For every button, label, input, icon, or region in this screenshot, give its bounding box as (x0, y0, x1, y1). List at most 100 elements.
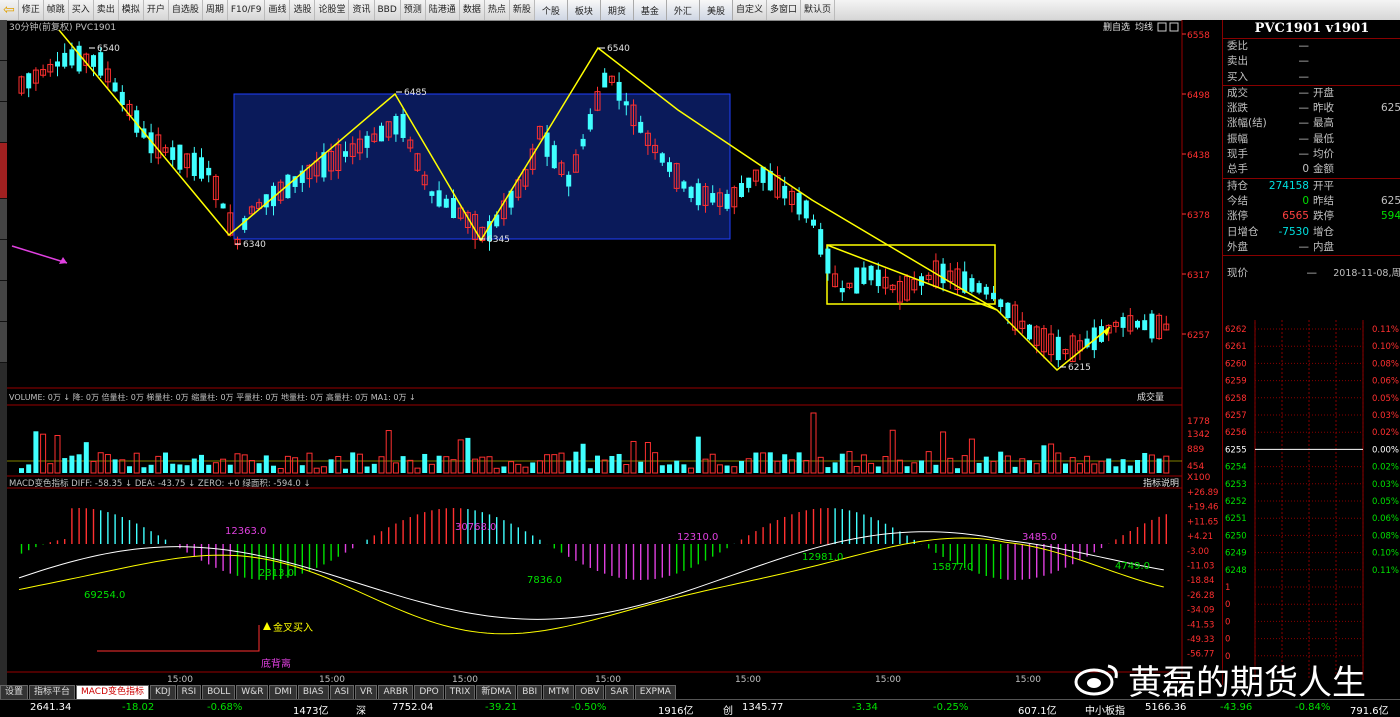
toolbar-item-11[interactable]: 论股堂 (315, 0, 350, 20)
volume-bar-up (1048, 443, 1055, 474)
volume-bar-down (659, 465, 665, 473)
candle-down (659, 153, 665, 163)
toolbar-item-15[interactable]: 陆港通 (426, 0, 460, 20)
stats-row: 振幅 — 最低 (1223, 132, 1400, 147)
back-button[interactable]: ⇦ (0, 0, 19, 20)
macd-tick: -34.09 (1187, 606, 1214, 616)
quote-label: 卖出 (1227, 55, 1248, 68)
mini-right-tick: 0.08% (1372, 359, 1399, 369)
indicator-tab-11[interactable]: ARBR (378, 685, 414, 699)
toolbar-item-10[interactable]: 选股 (290, 0, 316, 20)
toolbar-item-9[interactable]: 画线 (265, 0, 291, 20)
quote-label: 现手 (1227, 148, 1248, 161)
position-row: 涨停 6565 跌停 594 (1223, 209, 1400, 224)
side-tab-7[interactable] (0, 281, 7, 322)
market-tab-3[interactable]: 基金 (633, 0, 667, 20)
indicator-tab-6[interactable]: W&R (236, 685, 269, 699)
indicator-tab-7[interactable]: DMI (269, 685, 297, 699)
indicator-tab-3[interactable]: KDJ (150, 685, 176, 699)
side-tab-5[interactable] (0, 199, 7, 240)
indicator-tab-14[interactable]: 新DMA (476, 685, 517, 699)
status-item: 7752.04 (392, 702, 434, 713)
price-annotation: 6540 (97, 44, 120, 54)
volume-bar-down (753, 452, 759, 473)
range-box-blue (233, 93, 731, 240)
quote-value: -7530 (1278, 225, 1309, 238)
quote-value: 0 (1302, 194, 1309, 207)
volume-bar-up (623, 464, 630, 474)
side-tab-6[interactable] (0, 240, 7, 281)
side-tab-1[interactable] (0, 20, 7, 61)
volume-bar-up (536, 460, 543, 474)
time-label: 15:00 (595, 675, 621, 685)
toolbar-item-1[interactable]: 帧跳 (44, 0, 69, 20)
toolbar-item-12[interactable]: 资讯 (349, 0, 375, 20)
toolbar-item-8[interactable]: F10/F9 (228, 0, 266, 20)
indicator-tab-18[interactable]: SAR (605, 685, 634, 699)
toolbar-item-13[interactable]: BBD (375, 0, 401, 20)
indicator-tab-4[interactable]: RSI (176, 685, 202, 699)
indicator-tab-0[interactable]: 设置 (0, 685, 29, 699)
quote-value: — (1298, 40, 1310, 52)
toolbar-item-4[interactable]: 模拟 (119, 0, 144, 20)
quote-value: 6565 (1282, 210, 1309, 223)
market-tab-4[interactable]: 外汇 (666, 0, 700, 20)
indicator-tab-10[interactable]: VR (355, 685, 378, 699)
volume-bar-down (1063, 463, 1068, 473)
toolbar-item-6[interactable]: 自选股 (169, 0, 203, 20)
indicator-tab-2[interactable]: MACD变色指标 (76, 685, 150, 699)
volume-bar-up (774, 460, 781, 474)
indicator-tab-9[interactable]: ASI (329, 685, 355, 699)
side-tab-8[interactable] (0, 322, 7, 363)
toolbar-item-18[interactable]: 新股 (510, 0, 535, 20)
toolbar-item-0[interactable]: 修正 (19, 0, 44, 20)
volume-bar-down (724, 465, 730, 473)
kline-chart-area[interactable]: 6540 6340 6485 6345 6540 6215 VOLUME: 0万 ↓ 降:… (7, 20, 1222, 685)
toolbar-item-14[interactable]: 预测 (401, 0, 426, 20)
toolbar-right-item-0[interactable]: 自定义 (733, 0, 767, 20)
volume-bar-up (716, 464, 723, 474)
market-tab-0[interactable]: 个股 (534, 0, 568, 20)
side-tab-active[interactable] (0, 143, 7, 199)
volume-bar-up (277, 468, 284, 474)
status-item: 1473亿 (293, 706, 329, 717)
side-tab-3[interactable] (0, 102, 7, 143)
candle-down (638, 121, 644, 133)
toolbar-item-16[interactable]: 数据 (460, 0, 485, 20)
indicator-tab-1[interactable]: 指标平台 (29, 685, 76, 699)
market-tab-2[interactable]: 期货 (600, 0, 634, 20)
indicator-tab-16[interactable]: MTM (543, 685, 575, 699)
orderbook-row: 委比 — (1223, 39, 1400, 54)
toolbar-item-7[interactable]: 周期 (203, 0, 228, 20)
volume-bar-up (544, 454, 551, 474)
indicator-tab-17[interactable]: OBV (575, 685, 605, 699)
candle-down (587, 114, 593, 130)
volume-bar-down (1135, 459, 1140, 473)
indicator-tab-8[interactable]: BIAS (297, 685, 329, 699)
indicator-tab-12[interactable]: DPO (414, 685, 444, 699)
macd-area-label: 12981.0 (802, 552, 843, 563)
toolbar-item-3[interactable]: 卖出 (94, 0, 119, 20)
market-tab-5[interactable]: 美股 (699, 0, 733, 20)
volume-bar-up (961, 455, 968, 474)
candle-down (580, 138, 586, 147)
volume-bar-up (652, 452, 659, 474)
quote-label-2: 最高 (1313, 117, 1334, 130)
time-label: 15:00 (875, 675, 901, 685)
side-tab-2[interactable] (0, 61, 7, 102)
indicator-tab-13[interactable]: TRIX (444, 685, 476, 699)
toolbar-right-item-2[interactable]: 默认页 (801, 0, 835, 20)
indicator-tab-19[interactable]: EXPMA (634, 685, 676, 699)
toolbar-right-item-1[interactable]: 多窗口 (767, 0, 801, 20)
time-label: 15:00 (735, 675, 761, 685)
mini-left-tick: 6251 (1225, 514, 1247, 524)
indicator-tab-5[interactable]: BOLL (202, 685, 236, 699)
market-tab-1[interactable]: 板块 (567, 0, 601, 20)
toolbar-item-2[interactable]: 买入 (69, 0, 94, 20)
toolbar-item-17[interactable]: 热点 (485, 0, 510, 20)
volume-bar-up (896, 459, 903, 474)
volume-bar-up (1163, 455, 1170, 474)
volume-bar-down (26, 464, 32, 473)
indicator-tab-15[interactable]: BBI (517, 685, 543, 699)
toolbar-item-5[interactable]: 开户 (144, 0, 169, 20)
